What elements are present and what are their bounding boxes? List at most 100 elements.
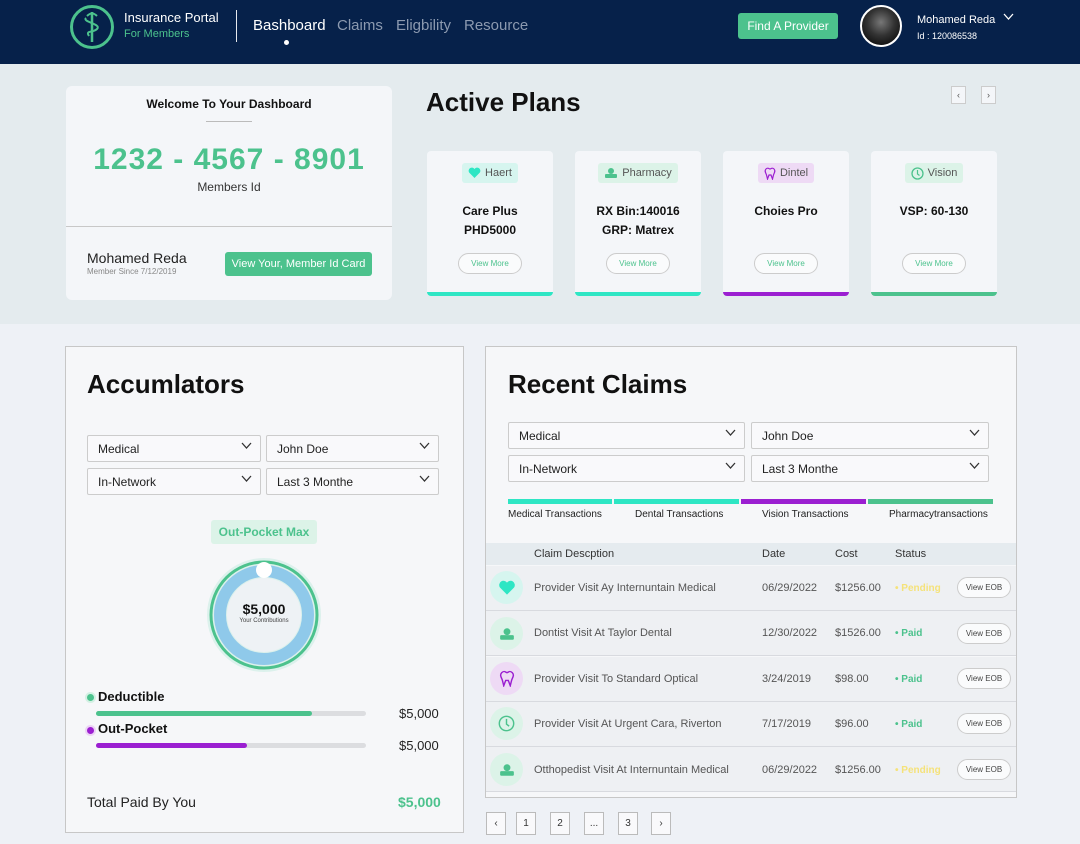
deductible-dot xyxy=(87,694,94,701)
view-eob-button[interactable]: View EOB xyxy=(957,759,1011,780)
member-id-label: Members Id xyxy=(197,180,261,194)
plan-name-line1: Choies Pro xyxy=(754,204,818,218)
avatar[interactable] xyxy=(860,5,902,47)
page-ellipsis: ... xyxy=(584,812,604,835)
view-more-button[interactable]: View More xyxy=(902,253,966,274)
tab-vision-bar[interactable] xyxy=(741,499,866,504)
page-button-3[interactable]: 3 xyxy=(618,812,638,835)
tab-dental[interactable]: Dental Transactions xyxy=(635,509,723,520)
nav-claims[interactable]: Claims xyxy=(337,17,383,34)
claim-description: Otthopedist Visit At Internuntain Medica… xyxy=(534,764,729,776)
tab-pharmacy[interactable]: Pharmacytransactions xyxy=(889,509,988,520)
tooth-icon xyxy=(764,167,776,180)
view-eob-button[interactable]: View EOB xyxy=(957,668,1011,689)
out-pocket-label: Out-Pocket xyxy=(98,721,168,736)
out-pocket-progress-fill xyxy=(96,743,248,748)
deductible-progress-fill xyxy=(96,711,312,716)
view-more-button[interactable]: View More xyxy=(606,253,670,274)
acc-period-select[interactable]: Last 3 Monthe xyxy=(266,468,439,495)
chevron-down-icon xyxy=(969,462,980,473)
claim-description: Provider Visit To Standard Optical xyxy=(534,673,699,685)
claims-plan-type-select[interactable]: Medical xyxy=(508,422,745,449)
plan-badge-label: Vision xyxy=(927,167,958,179)
tab-vision[interactable]: Vision Transactions xyxy=(762,509,849,520)
claim-description: Dontist Visit At Taylor Dental xyxy=(534,627,672,639)
brand-title: Insurance Portal xyxy=(124,10,219,25)
plan-badge-label: Pharmacy xyxy=(622,167,672,179)
recent-claims-title: Recent Claims xyxy=(508,369,688,399)
welcome-divider xyxy=(66,226,392,227)
select-value: John Doe xyxy=(277,441,329,456)
acc-network-select[interactable]: In-Network xyxy=(87,468,261,495)
tab-pharmacy-bar[interactable] xyxy=(868,499,993,504)
plan-card-dental: Dintel Choies Pro View More xyxy=(723,151,849,296)
plan-accent-bar xyxy=(723,292,849,296)
welcome-underline xyxy=(206,121,252,122)
out-pocket-dot xyxy=(87,727,94,734)
view-eob-button[interactable]: View EOB xyxy=(957,713,1011,734)
claim-cost: $96.00 xyxy=(835,718,869,730)
chevron-down-icon xyxy=(241,442,252,453)
out-pocket-max-badge: Out-Pocket Max xyxy=(211,520,317,544)
view-more-button[interactable]: View More xyxy=(754,253,818,274)
accumulators-title: Accumlators xyxy=(87,369,245,399)
pharmacy-icon xyxy=(490,617,523,650)
acc-member-select[interactable]: John Doe xyxy=(266,435,439,462)
user-name[interactable]: Mohamed Reda xyxy=(917,14,995,26)
claim-cost: $1256.00 xyxy=(835,764,881,776)
col-cost: Cost xyxy=(835,548,858,560)
nav-active-indicator xyxy=(284,40,289,45)
nav-eligibility[interactable]: Eligbility xyxy=(396,17,451,34)
col-status: Status xyxy=(895,548,927,560)
out-pocket-amount: $5,000 xyxy=(399,738,439,753)
tab-dental-bar[interactable] xyxy=(614,499,739,504)
col-date: Date xyxy=(762,548,786,560)
page-next-button[interactable]: › xyxy=(651,812,671,835)
member-number: 1232 - 4567 - 8901 xyxy=(93,143,365,176)
page-prev-button[interactable]: ‹ xyxy=(486,812,506,835)
plan-badge: Pharmacy xyxy=(598,163,678,183)
select-value: John Doe xyxy=(762,428,814,443)
plan-name-line1: RX Bin:140016 xyxy=(596,204,680,218)
select-value: Medical xyxy=(519,428,561,443)
select-value: Last 3 Monthe xyxy=(762,461,839,476)
find-provider-button[interactable]: Find A Provider xyxy=(738,13,838,39)
chevron-down-icon xyxy=(419,475,430,486)
plans-next-button[interactable]: › xyxy=(981,86,996,104)
tooth-icon xyxy=(490,662,523,695)
chevron-down-icon xyxy=(969,429,980,440)
page-button-2[interactable]: 2 xyxy=(550,812,570,835)
claims-member-select[interactable]: John Doe xyxy=(751,422,989,449)
plan-name-line1: Care Plus xyxy=(462,204,518,218)
page-button-1[interactable]: 1 xyxy=(516,812,536,835)
claim-description: Provider Visit At Urgent Cara, Riverton xyxy=(534,718,722,730)
nav-dashboard[interactable]: Bashboard xyxy=(253,17,326,34)
nav-resource[interactable]: Resource xyxy=(464,17,528,34)
view-id-card-button[interactable]: View Your, Member Id Card xyxy=(225,252,372,276)
tab-medical-bar[interactable] xyxy=(508,499,612,504)
logo-icon[interactable] xyxy=(70,5,114,49)
view-eob-button[interactable]: View EOB xyxy=(957,623,1011,644)
total-paid-value: $5,000 xyxy=(398,794,441,810)
col-description: Claim Descption xyxy=(534,548,615,560)
plan-name: Choies Pro xyxy=(723,202,849,221)
claim-cost: $1526.00 xyxy=(835,627,881,639)
member-name: Mohamed Reda xyxy=(87,250,187,266)
plans-prev-button[interactable]: ‹ xyxy=(951,86,966,104)
plan-card-heart: Haert Care Plus PHD5000 View More xyxy=(427,151,553,296)
tab-medical[interactable]: Medical Transactions xyxy=(508,509,602,520)
chevron-down-icon[interactable] xyxy=(1003,12,1014,24)
acc-plan-type-select[interactable]: Medical xyxy=(87,435,261,462)
deductible-label: Deductible xyxy=(98,689,165,704)
deductible-amount: $5,000 xyxy=(399,706,439,721)
select-value: Last 3 Monthe xyxy=(277,474,354,489)
plan-name-line2: PHD5000 xyxy=(463,223,517,237)
claims-network-select[interactable]: In-Network xyxy=(508,455,745,482)
out-pocket-progress xyxy=(96,743,366,748)
header-divider xyxy=(236,10,237,42)
plan-badge-label: Dintel xyxy=(779,167,809,179)
plan-accent-bar xyxy=(871,292,997,296)
view-more-button[interactable]: View More xyxy=(458,253,522,274)
view-eob-button[interactable]: View EOB xyxy=(957,577,1011,598)
claims-period-select[interactable]: Last 3 Monthe xyxy=(751,455,989,482)
